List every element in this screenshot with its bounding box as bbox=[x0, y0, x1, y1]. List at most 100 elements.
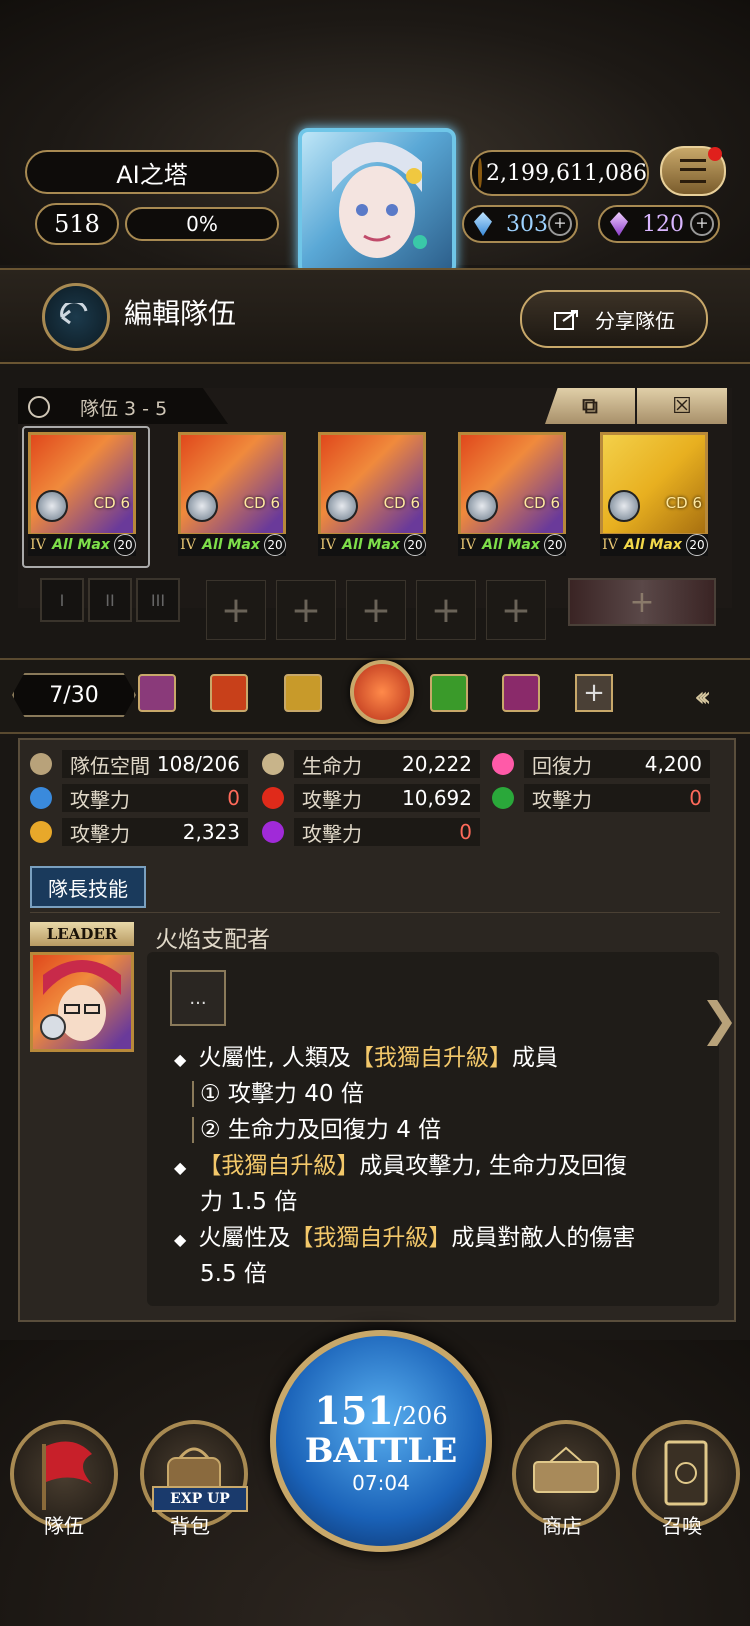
add-team-button[interactable]: + bbox=[575, 674, 613, 712]
stat-field: 回復力 4,200 bbox=[524, 750, 710, 778]
more-button[interactable]: ... bbox=[170, 970, 226, 1026]
fire-icon bbox=[262, 787, 284, 809]
reserve-slot-1[interactable]: I bbox=[40, 578, 84, 622]
nav-team-label: 隊伍 bbox=[44, 1514, 84, 1538]
notification-dot bbox=[708, 147, 722, 161]
card-rank: IV bbox=[30, 537, 46, 553]
clear-team-button[interactable]: ☒ bbox=[637, 388, 727, 424]
battle-button[interactable]: 151/206 BATTLE 07:04 bbox=[270, 1330, 492, 1552]
flag-icon bbox=[42, 1441, 92, 1510]
team-icon-1[interactable] bbox=[138, 674, 176, 712]
card-level: 20 bbox=[544, 534, 566, 556]
leader-card[interactable] bbox=[30, 952, 134, 1052]
team-card[interactable]: CD 6 IV All Max 20 bbox=[458, 432, 566, 556]
reserve-slot-3[interactable]: III bbox=[136, 578, 180, 622]
player-avatar[interactable] bbox=[298, 128, 456, 276]
diamond-icon bbox=[474, 212, 492, 236]
stat-value: 10,692 bbox=[402, 786, 472, 810]
stat-label: 攻擊力 bbox=[302, 787, 362, 812]
card-level: 20 bbox=[686, 534, 708, 556]
empty-slot-2[interactable]: + bbox=[276, 580, 336, 640]
stat-label: 攻擊力 bbox=[532, 787, 592, 812]
team-icon-3[interactable] bbox=[284, 674, 322, 712]
card-rank: IV bbox=[180, 537, 196, 553]
race-badge-icon bbox=[608, 490, 640, 522]
crystal-counter[interactable]: 120 + bbox=[598, 205, 720, 243]
team-icon-6[interactable] bbox=[502, 674, 540, 712]
card-footer: IV All Max 20 bbox=[178, 534, 286, 556]
empty-slot-1[interactable]: + bbox=[206, 580, 266, 640]
stat-value: 20,222 bbox=[402, 752, 472, 776]
diamond-value: 303 bbox=[506, 211, 548, 237]
diamond-counter[interactable]: 303 + bbox=[462, 205, 578, 243]
bullet-icon: ◆ bbox=[174, 1050, 187, 1069]
bracket-divider bbox=[192, 1117, 194, 1143]
stat-value: 0 bbox=[689, 786, 702, 810]
race-badge-icon bbox=[186, 490, 218, 522]
close-box-icon: ☒ bbox=[672, 393, 692, 419]
bullet-icon: ◆ bbox=[174, 1230, 187, 1249]
team-card[interactable]: CD 6 IV All Max 20 bbox=[178, 432, 286, 556]
back-button[interactable] bbox=[42, 283, 110, 351]
leader-skill-name: 火焰支配者 bbox=[155, 927, 270, 953]
card-rank: IV bbox=[602, 537, 618, 553]
skill-text: 成員對敵人的傷害 bbox=[451, 1225, 636, 1251]
leader-skill-tab[interactable]: 隊長技能 bbox=[30, 866, 146, 908]
card-cd: CD 6 bbox=[93, 494, 130, 512]
stat-label: 攻擊力 bbox=[70, 821, 130, 846]
team-card[interactable]: CD 6 IV All Max 20 bbox=[28, 432, 136, 556]
wood-icon bbox=[492, 787, 514, 809]
team-icon-2[interactable] bbox=[210, 674, 248, 712]
card-status: All Max bbox=[342, 537, 400, 553]
drop-icon bbox=[262, 753, 284, 775]
stat-item: 回復力 4,200 bbox=[492, 750, 710, 778]
stat-label: 攻擊力 bbox=[302, 821, 362, 846]
stat-value: 4,200 bbox=[644, 752, 702, 776]
player-name[interactable]: AI之塔 bbox=[25, 150, 279, 194]
nav-summon-label: 召喚 bbox=[662, 1514, 702, 1538]
player-level: 518 bbox=[35, 203, 119, 245]
stat-field: 攻擊力 10,692 bbox=[294, 784, 480, 812]
stat-item: 攻擊力 2,323 bbox=[30, 818, 248, 846]
exp-up-badge: EXP UP bbox=[152, 1486, 248, 1512]
team-card[interactable]: CD 6 IV All Max 20 bbox=[318, 432, 426, 556]
empty-slot-3[interactable]: + bbox=[346, 580, 406, 640]
empty-slot-5[interactable]: + bbox=[486, 580, 546, 640]
chevron-right-icon[interactable]: ❯ bbox=[700, 992, 739, 1046]
stamina: 151/206 bbox=[314, 1388, 447, 1433]
share-team-button[interactable]: 分享隊伍 bbox=[520, 290, 708, 348]
stat-label: 回復力 bbox=[532, 753, 592, 778]
current-team-icon[interactable] bbox=[350, 660, 414, 724]
reserve-slot-2[interactable]: II bbox=[88, 578, 132, 622]
empty-slot-4[interactable]: + bbox=[416, 580, 476, 640]
card-status: All Max bbox=[52, 537, 110, 553]
summon-card-icon bbox=[664, 1440, 708, 1506]
battle-label: BATTLE bbox=[304, 1430, 458, 1471]
card-cd: CD 6 bbox=[523, 494, 560, 512]
skill-text: 火屬性及 bbox=[198, 1225, 291, 1251]
add-crystal-icon[interactable]: + bbox=[690, 212, 714, 236]
nav-bag-label: 背包 bbox=[170, 1514, 210, 1538]
stat-field: 攻擊力 0 bbox=[524, 784, 710, 812]
divider bbox=[30, 912, 720, 913]
copy-team-button[interactable]: ⧉ bbox=[545, 388, 635, 424]
bracket-divider bbox=[192, 1081, 194, 1107]
team-tab-icon bbox=[28, 396, 50, 418]
team-card[interactable]: CD 6 IV All Max 20 bbox=[600, 432, 708, 556]
card-level: 20 bbox=[264, 534, 286, 556]
stat-label: 生命力 bbox=[302, 753, 362, 778]
card-level: 20 bbox=[404, 534, 426, 556]
add-slot-button[interactable]: + bbox=[568, 578, 716, 626]
skill-line: ◆ 火屬性, 人類及【我獨自升級】成員 bbox=[174, 1038, 558, 1072]
double-chevron-left-icon[interactable]: ‹‹‹ bbox=[694, 680, 711, 713]
card-rank: IV bbox=[320, 537, 336, 553]
skill-text: 力 1.5 倍 bbox=[200, 1189, 298, 1215]
team-count: 7/30 bbox=[12, 673, 136, 717]
share-team-label: 分享隊伍 bbox=[595, 308, 675, 333]
light-icon bbox=[30, 821, 52, 843]
crystal-value: 120 bbox=[642, 211, 684, 237]
add-diamond-icon[interactable]: + bbox=[548, 212, 572, 236]
stamina-max: /206 bbox=[393, 1401, 448, 1430]
team-icon-5[interactable] bbox=[430, 674, 468, 712]
stat-item: 攻擊力 0 bbox=[30, 784, 248, 812]
